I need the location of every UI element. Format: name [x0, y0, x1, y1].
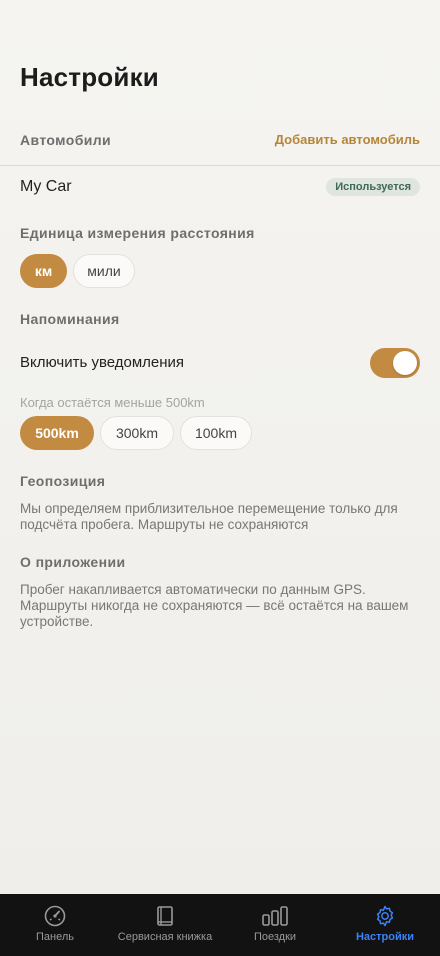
threshold-option-500[interactable]: 500km	[20, 416, 94, 450]
geo-section-label: Геопозиция	[20, 473, 106, 489]
enable-notifications-label: Включить уведомления	[20, 354, 185, 371]
geo-description: Мы определяем приблизительное перемещени…	[20, 501, 398, 532]
tab-label: Поездки	[253, 931, 297, 943]
book-icon	[157, 906, 173, 926]
car-name[interactable]: My Car	[20, 178, 72, 196]
tab-service-book[interactable]: Сервисная книжка	[110, 894, 220, 956]
reminders-section-label: Напоминания	[20, 311, 120, 327]
page-title: Настройки	[20, 62, 159, 92]
tab-label: Сервисная книжка	[117, 931, 213, 943]
unit-option-km[interactable]: км	[20, 254, 67, 288]
threshold-label: Когда остаётся меньше 500km	[20, 395, 205, 410]
threshold-option-100[interactable]: 100km	[180, 416, 252, 450]
cars-section-label: Автомобили	[20, 132, 112, 148]
tab-label: Настройки	[355, 931, 415, 943]
about-description: Пробег накапливается автоматически по да…	[20, 582, 409, 629]
units-section-label: Единица измерения расстояния	[20, 225, 255, 241]
notifications-toggle[interactable]	[370, 348, 420, 378]
about-section-label: О приложении	[20, 554, 126, 570]
unit-option-miles[interactable]: мили	[73, 254, 135, 288]
tab-trips[interactable]: Поездки	[240, 894, 310, 956]
gear-icon	[376, 905, 394, 927]
toggle-knob	[393, 351, 417, 375]
tab-settings[interactable]: Настройки	[350, 894, 420, 956]
add-car-link[interactable]: Добавить автомобиль	[275, 132, 420, 147]
tab-dashboard[interactable]: Панель	[20, 894, 90, 956]
gauge-icon	[44, 905, 66, 927]
tab-bar: Панель Сервисная книжка Поездки Настройк…	[0, 894, 440, 956]
bars-icon	[262, 906, 288, 926]
divider	[0, 165, 440, 166]
status-badge: Используется	[326, 178, 420, 196]
threshold-option-300[interactable]: 300km	[100, 416, 174, 450]
tab-label: Панель	[35, 931, 74, 943]
